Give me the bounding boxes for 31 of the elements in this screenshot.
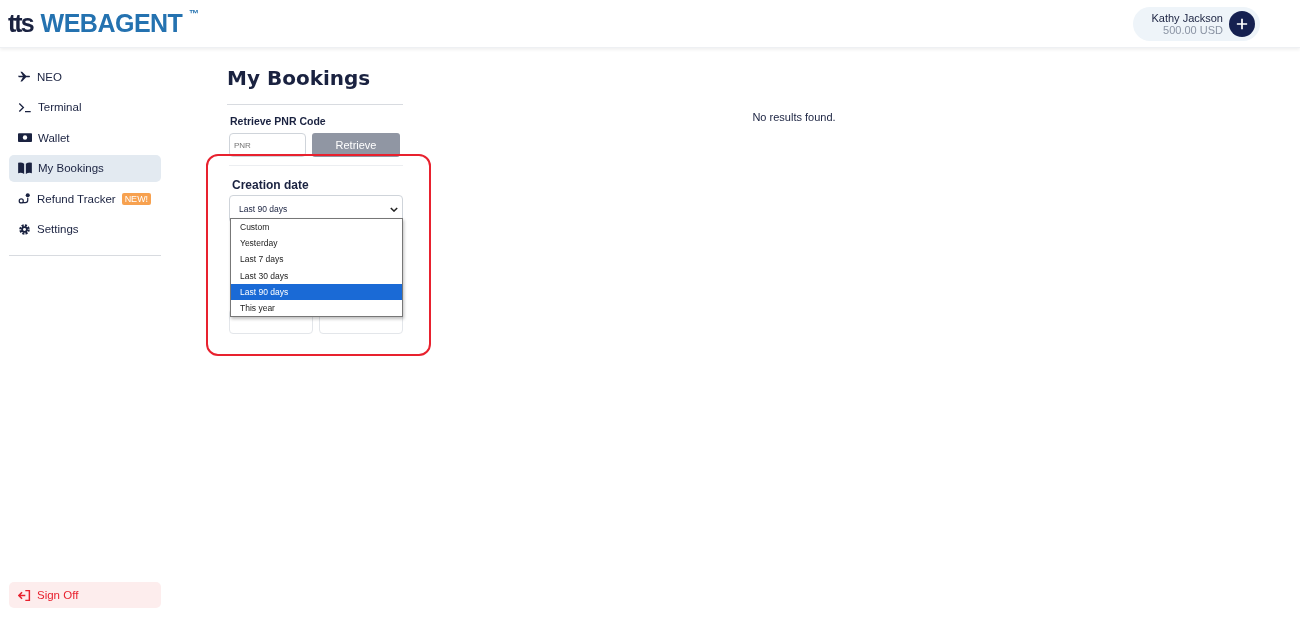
- empty-message: No results found.: [752, 111, 836, 125]
- sidebar-item[interactable]: Terminal: [9, 93, 161, 121]
- sidebar-item[interactable]: Refund Tracker NEW!: [9, 185, 161, 212]
- new-badge: NEW!: [121, 192, 152, 205]
- logo-mark: tts: [8, 9, 33, 38]
- settings-icon: [18, 222, 31, 236]
- plane-icon: [18, 70, 31, 83]
- plus-icon: [1236, 17, 1248, 30]
- pnr-input[interactable]: PNR: [229, 133, 306, 157]
- page-title: My Bookings: [227, 66, 372, 90]
- sign-out-icon: [18, 588, 31, 602]
- logo-wordmark: WEBAGENT $^{™}$: [40, 9, 199, 38]
- money-icon: [18, 132, 32, 143]
- field-label: Retrieve PNR Code: [230, 115, 327, 127]
- sidebar-item[interactable]: Wallet: [9, 124, 161, 151]
- terminal-icon: [18, 100, 32, 114]
- route-icon: [18, 192, 31, 205]
- dropdown-option[interactable]: Last 30 days: [231, 267, 402, 284]
- account-balance: 500.00 USD: [1163, 23, 1223, 36]
- sign-off-button[interactable]: Sign Off: [9, 582, 161, 608]
- dropdown-option[interactable]: Yesterday: [231, 235, 402, 252]
- sidebar-item[interactable]: NEO: [9, 63, 161, 90]
- sidebar-item[interactable]: My Bookings: [9, 154, 161, 182]
- field-label: Creation date: [232, 178, 310, 192]
- dropdown-option[interactable]: Last 90 days: [231, 283, 402, 300]
- dropdown-option[interactable]: This year: [231, 299, 402, 317]
- dropdown-option[interactable]: Last 7 days: [231, 251, 402, 268]
- user-name: Kathy Jackson: [1151, 11, 1223, 24]
- sidebar-item[interactable]: Settings: [9, 215, 161, 243]
- add-button[interactable]: [1229, 10, 1255, 37]
- book-icon: [18, 162, 32, 174]
